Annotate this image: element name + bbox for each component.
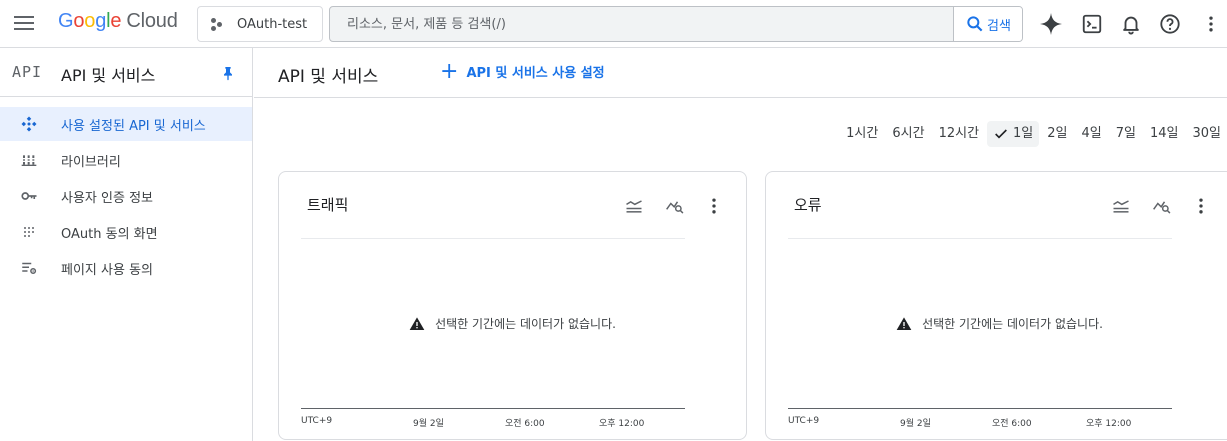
logo-letter: g (95, 10, 107, 32)
card-more-vert-icon[interactable] (1189, 194, 1213, 218)
main-header: API 및 서비스 + API 및 서비스 사용 설정 (254, 48, 1227, 98)
consent-dots-icon (20, 223, 38, 241)
explore-chart-icon[interactable] (1150, 194, 1174, 218)
sidebar-item-enabled-apis[interactable]: 사용 설정된 API 및 서비스 (0, 107, 252, 141)
sidebar-item-credentials[interactable]: 사용자 인증 정보 (0, 179, 252, 213)
logo-letter: o (84, 10, 96, 32)
sidebar-item-label: 사용자 인증 정보 (61, 190, 153, 206)
axis-tick-label: 오전 6:00 (992, 419, 1032, 429)
gemini-sparkle-icon[interactable] (1039, 12, 1063, 36)
axis-tick-label: 9월 2일 (413, 419, 444, 429)
sidebar-header: API API 및 서비스 (0, 48, 252, 97)
range-1d[interactable]: 1일 (987, 121, 1040, 147)
no-data-message: 선택한 기간에는 데이터가 없습니다. (279, 315, 746, 332)
sidebar-item-library[interactable]: 라이브러리 (0, 143, 252, 177)
range-1h[interactable]: 1시간 (840, 121, 884, 147)
cloud-shell-icon[interactable] (1080, 12, 1104, 36)
legend-toggle-icon[interactable] (1109, 194, 1133, 218)
logo-letter: o (73, 10, 85, 32)
errors-card: 오류 선택한 기간에는 데이터가 없습니다. UTC+9 9월 2일 오전 6:… (765, 171, 1227, 440)
logo-suffix: Cloud (126, 10, 178, 32)
search-button-label: 검색 (987, 18, 1011, 34)
sidebar-item-page-usage-agreements[interactable]: 페이지 사용 동의 (0, 251, 252, 285)
api-diamond-icon (20, 115, 38, 133)
plus-icon: + (440, 58, 459, 84)
axis-tick-label: 오전 6:00 (505, 419, 545, 429)
card-more-vert-icon[interactable] (702, 194, 726, 218)
axis-tick-label: UTC+9 (301, 416, 333, 426)
traffic-card: 트래픽 선택한 기간에는 데이터가 없습니다. UTC+9 9월 2일 오전 6… (278, 171, 747, 440)
no-data-text: 선택한 기간에는 데이터가 없습니다. (435, 317, 616, 331)
page-title: API 및 서비스 (278, 67, 379, 87)
search-icon (967, 16, 983, 32)
card-title: 오류 (794, 196, 822, 214)
card-divider (301, 238, 685, 239)
menu-icon[interactable] (14, 13, 36, 35)
card-title: 트래픽 (307, 196, 349, 214)
warning-icon (896, 316, 912, 330)
project-dots-icon (211, 18, 223, 31)
top-bar: GoogleCloud OAuth-test 검색 (0, 0, 1227, 48)
card-divider (788, 238, 1172, 239)
sidebar-item-label: 사용 설정된 API 및 서비스 (61, 118, 206, 134)
sidebar-item-label: 라이브러리 (61, 154, 121, 170)
pin-icon[interactable] (220, 65, 236, 85)
enable-apis-button[interactable]: + API 및 서비스 사용 설정 (440, 58, 605, 84)
logo-letter: e (110, 10, 122, 32)
axis-tick-label: 오후 12:00 (599, 419, 645, 429)
more-vert-icon[interactable] (1199, 12, 1223, 36)
sidebar-item-label: OAuth 동의 화면 (61, 226, 158, 242)
bell-icon[interactable] (1119, 12, 1143, 36)
sidebar-nav: 사용 설정된 API 및 서비스 라이브러리 사용자 인증 정보 OAuth 동… (0, 107, 252, 285)
x-axis (788, 408, 1172, 409)
range-14d[interactable]: 14일 (1144, 121, 1185, 147)
sidebar-item-oauth-consent[interactable]: OAuth 동의 화면 (0, 215, 252, 249)
sidebar-item-label: 페이지 사용 동의 (61, 262, 153, 278)
project-name: OAuth-test (237, 16, 308, 32)
range-7d[interactable]: 7일 (1110, 121, 1142, 147)
library-icon (20, 151, 38, 169)
range-6h[interactable]: 6시간 (886, 121, 930, 147)
no-data-text: 선택한 기간에는 데이터가 없습니다. (922, 317, 1103, 331)
axis-tick-label: 9월 2일 (900, 419, 931, 429)
axis-tick-label: UTC+9 (788, 416, 820, 426)
search-button[interactable]: 검색 (953, 7, 1022, 41)
sidebar: API API 및 서비스 사용 설정된 API 및 서비스 라이브러리 사용자… (0, 48, 253, 441)
range-2d[interactable]: 2일 (1041, 121, 1073, 147)
search-bar: 검색 (329, 6, 1023, 42)
settings-list-icon (20, 259, 38, 277)
range-label: 1일 (1013, 126, 1034, 141)
enable-apis-label: API 및 서비스 사용 설정 (466, 66, 605, 81)
x-axis (301, 408, 685, 409)
sidebar-title: API 및 서비스 (61, 66, 156, 85)
axis-tick-label: 오후 12:00 (1086, 419, 1132, 429)
logo-letter: G (58, 10, 74, 32)
no-data-message: 선택한 기간에는 데이터가 없습니다. (766, 315, 1227, 332)
api-logo-icon: API (12, 63, 43, 81)
legend-toggle-icon[interactable] (622, 194, 646, 218)
warning-icon (409, 316, 425, 330)
range-12h[interactable]: 12시간 (933, 121, 985, 147)
range-30d[interactable]: 30일 (1186, 121, 1227, 147)
time-range-selector: 1시간 6시간 12시간 1일 2일 4일 7일 14일 30일 (838, 121, 1227, 147)
check-icon (995, 129, 1007, 139)
range-4d[interactable]: 4일 (1076, 121, 1108, 147)
project-picker-button[interactable]: OAuth-test (197, 6, 323, 42)
search-input[interactable] (330, 7, 953, 41)
explore-chart-icon[interactable] (663, 194, 687, 218)
google-cloud-logo[interactable]: Google Cloud (58, 10, 178, 33)
key-icon (20, 187, 38, 205)
help-icon[interactable] (1158, 12, 1182, 36)
